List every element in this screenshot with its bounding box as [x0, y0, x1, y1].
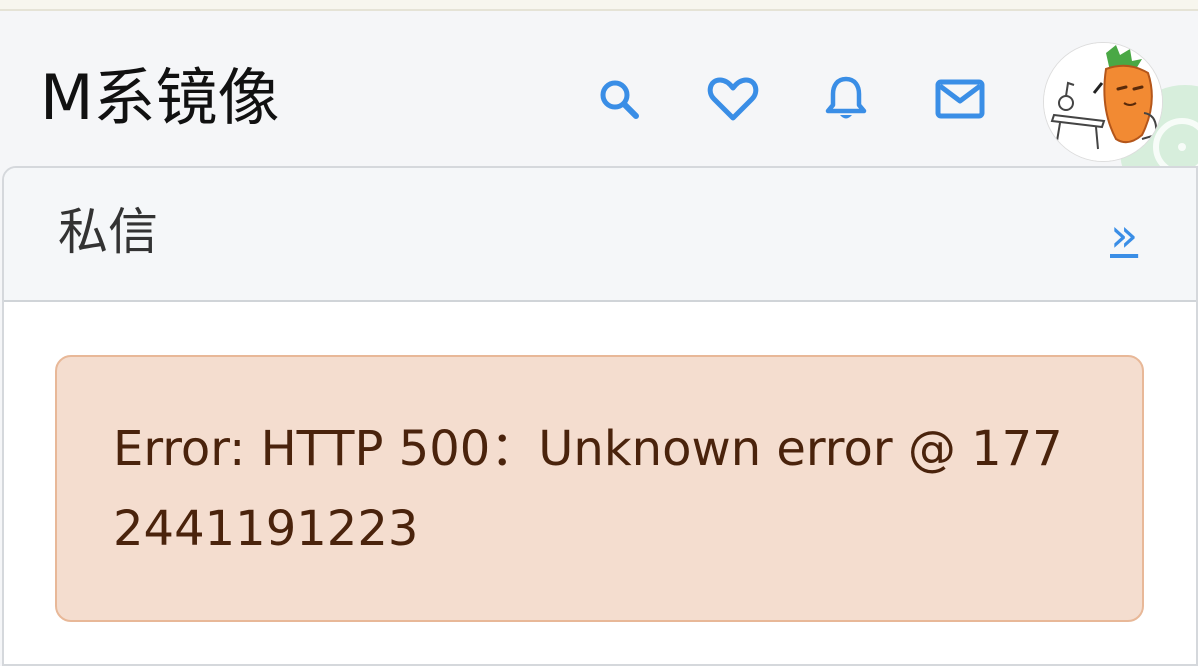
more-link[interactable]: » — [1110, 210, 1138, 260]
bell-icon[interactable] — [818, 71, 874, 127]
top-strip — [0, 0, 1198, 11]
site-title[interactable]: M系镜像 — [40, 63, 280, 133]
mail-icon[interactable] — [932, 71, 988, 127]
panel-title: 私信 — [58, 203, 158, 261]
site-header: M系镜像 — [0, 11, 1198, 167]
search-icon[interactable] — [591, 71, 647, 127]
error-alert: Error: HTTP 500：Unknown error @ 17724411… — [55, 355, 1144, 622]
heart-icon[interactable] — [705, 71, 761, 127]
avatar-image — [1044, 43, 1162, 161]
error-message: Error: HTTP 500：Unknown error @ 17724411… — [113, 421, 1063, 557]
user-avatar[interactable] — [1043, 42, 1163, 162]
panel-header: 私信 » — [4, 168, 1196, 302]
